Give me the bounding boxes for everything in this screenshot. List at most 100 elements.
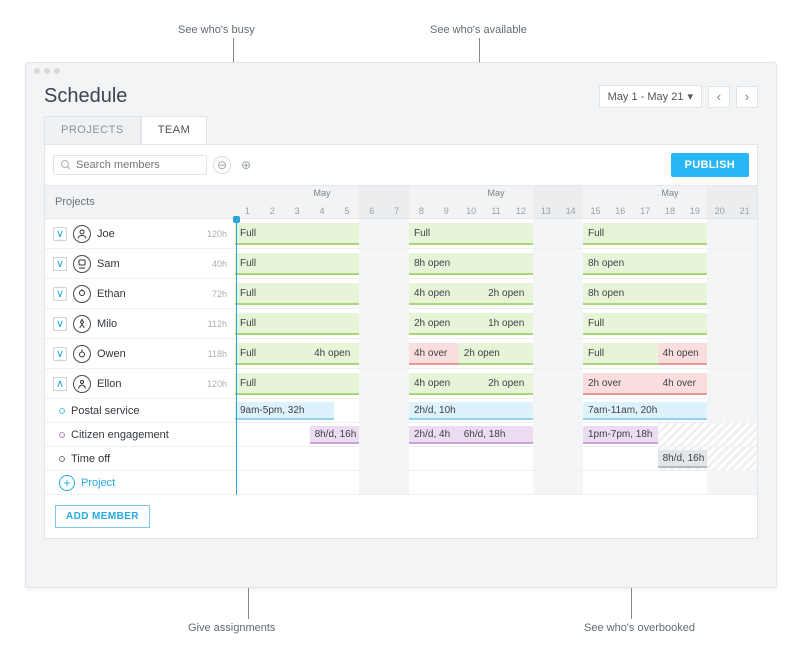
toolbar: ⊖ ⊕ PUBLISH: [45, 145, 757, 185]
day-number: 1: [245, 206, 250, 216]
schedule-bar[interactable]: 4h over: [658, 373, 708, 395]
bar-label: 4h open: [314, 348, 350, 359]
schedule-bar[interactable]: Full4h open: [235, 343, 359, 365]
bar-label: Full: [240, 228, 256, 239]
next-button[interactable]: ›: [736, 86, 758, 108]
schedule-bar[interactable]: 2h/d, 4h: [409, 426, 459, 444]
date-range-label: May 1 - May 21: [608, 91, 684, 103]
row-timeline: Full Full Full: [235, 219, 757, 248]
day-number: 8: [419, 206, 424, 216]
bar-label: 2h over: [588, 378, 621, 389]
bar-label: Full: [240, 288, 256, 299]
day-number: 5: [344, 206, 349, 216]
schedule-bar[interactable]: 8h open: [409, 253, 533, 275]
day-col: 17: [633, 186, 658, 218]
schedule-bar[interactable]: 8h open: [583, 283, 707, 305]
row-timeline: 9am-5pm, 32h 2h/d, 10h 7am-11am, 20h: [235, 399, 757, 422]
schedule-bar[interactable]: 8h/d, 16h: [658, 450, 708, 468]
schedule-bar[interactable]: Full: [583, 223, 707, 245]
schedule-row: +Project: [45, 471, 757, 495]
day-number: 9: [444, 206, 449, 216]
subproject-cell: Citizen engagement: [45, 423, 235, 446]
day-col: 9: [434, 186, 459, 218]
day-col: 2: [260, 186, 285, 218]
search-input[interactable]: [76, 159, 200, 171]
schedule-bar[interactable]: 8h/d, 16h: [310, 426, 360, 444]
prev-button[interactable]: ‹: [708, 86, 730, 108]
schedule-bar[interactable]: 8h open: [583, 253, 707, 275]
day-col: 20: [707, 186, 732, 218]
member-cell: ∨Joe120h: [45, 219, 235, 248]
schedule-bar[interactable]: 4h over: [409, 343, 459, 365]
member-name: Ellon: [97, 378, 121, 390]
member-hours: 72h: [212, 289, 227, 299]
schedule-bar[interactable]: 2h over: [583, 373, 658, 395]
bullet-icon: [59, 456, 65, 462]
subproject-name: Citizen engagement: [71, 429, 169, 441]
schedule-bar[interactable]: Full: [235, 313, 359, 335]
date-range-picker[interactable]: May 1 - May 21 ▾: [599, 85, 702, 108]
bar-label: Full: [240, 318, 256, 329]
page-title: Schedule: [44, 85, 127, 108]
add-project-row[interactable]: +Project: [45, 471, 235, 494]
bar-label: Full: [588, 318, 604, 329]
chevron-down-icon[interactable]: ∨: [53, 347, 67, 361]
member-name: Sam: [97, 258, 120, 270]
schedule-bar[interactable]: 2h open: [459, 343, 534, 365]
row-timeline: Full 4h open2h open 8h open: [235, 279, 757, 308]
month-label: May: [488, 188, 505, 198]
day-number: 10: [466, 206, 476, 216]
search-box[interactable]: [53, 155, 207, 175]
row-timeline: Full4h open4h over2h openFull4h open: [235, 339, 757, 368]
chevron-up-icon[interactable]: ∧: [53, 377, 67, 391]
schedule-bar[interactable]: 6h/d, 18h: [459, 426, 534, 444]
avatar-icon: [73, 255, 91, 273]
member-cell: ∨Sam40h: [45, 249, 235, 278]
day-col: 6: [359, 186, 384, 218]
schedule-bar[interactable]: 2h/d, 10h: [409, 402, 533, 420]
day-col: 8: [409, 186, 434, 218]
bar-label: 8h open: [588, 288, 624, 299]
schedule-bar[interactable]: Full: [583, 313, 707, 335]
bar-label: 2h open: [414, 318, 450, 329]
day-col: 19: [682, 186, 707, 218]
tab-projects[interactable]: PROJECTS: [44, 116, 141, 144]
schedule-bar[interactable]: Full: [235, 223, 359, 245]
schedule-bar[interactable]: 2h open1h open: [409, 313, 533, 335]
schedule-bar[interactable]: 4h open2h open: [409, 283, 533, 305]
member-cell: ∨Milo112h: [45, 309, 235, 338]
schedule-row: ∨Ethan72hFull4h open2h open8h open: [45, 279, 757, 309]
add-member-button[interactable]: ADD MEMBER: [55, 505, 150, 528]
days-header: 1234May567891011May12131415161718May1920…: [235, 186, 757, 218]
schedule-bar[interactable]: 4h open: [658, 343, 708, 365]
schedule-row: Citizen engagement 8h/d, 16h 2h/d, 4h6h/d,…: [45, 423, 757, 447]
day-col: 5: [334, 186, 359, 218]
month-label: May: [313, 188, 330, 198]
app-window: Schedule May 1 - May 21 ▾ ‹ › PROJECTS T…: [25, 62, 777, 588]
schedule-bar[interactable]: Full: [235, 373, 359, 395]
chevron-down-icon[interactable]: ∨: [53, 287, 67, 301]
day-number: 4: [319, 206, 324, 216]
tab-team[interactable]: TEAM: [141, 116, 208, 144]
schedule-bar[interactable]: 4h open2h open: [409, 373, 533, 395]
day-number: 21: [740, 206, 750, 216]
filter-icon[interactable]: ⊖: [213, 156, 231, 174]
rows: ∨Joe120hFullFullFull∨Sam40hFull8h open8h…: [45, 219, 757, 495]
add-icon[interactable]: ⊕: [237, 156, 255, 174]
publish-button[interactable]: PUBLISH: [671, 153, 749, 177]
schedule-bar[interactable]: 7am-11am, 20h: [583, 402, 707, 420]
search-icon: [60, 159, 72, 171]
schedule-bar[interactable]: 1pm-7pm, 18h: [583, 426, 658, 444]
bar-label: 7am-11am, 20h: [588, 405, 657, 416]
schedule-bar[interactable]: Full: [235, 283, 359, 305]
chevron-down-icon[interactable]: ∨: [53, 257, 67, 271]
bar-label: 2h/d, 10h: [414, 405, 456, 416]
schedule-bar[interactable]: Full: [235, 253, 359, 275]
schedule-bar[interactable]: 9am-5pm, 32h: [235, 402, 334, 420]
day-col: 14: [558, 186, 583, 218]
chevron-down-icon[interactable]: ∨: [53, 317, 67, 331]
chevron-down-icon[interactable]: ∨: [53, 227, 67, 241]
bar-label: 4h open: [414, 288, 450, 299]
schedule-bar[interactable]: Full: [583, 343, 658, 365]
schedule-bar[interactable]: Full: [409, 223, 533, 245]
